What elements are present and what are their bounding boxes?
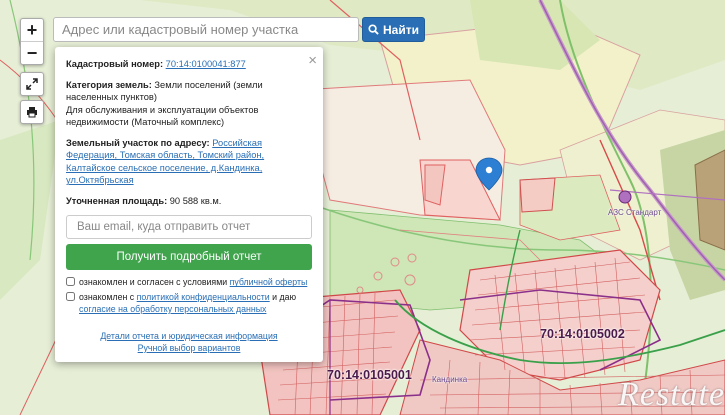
print-control [20, 100, 44, 124]
offer-consent: ознакомлен и согласен с условиями публич… [66, 276, 312, 288]
manual-selection-link[interactable]: Ручной выбор вариантов [138, 343, 241, 353]
map-label-village: Кандинка [432, 375, 468, 384]
area-value: 90 588 кв.м. [169, 195, 222, 206]
zoom-out-button[interactable]: − [21, 41, 43, 64]
parcel-info-popup: × Кадастровый номер: 70:14:0100041:877 К… [55, 47, 323, 362]
map-label-quarter-south: 70:14:0105001 [327, 368, 412, 382]
category-label: Категория земель: [66, 79, 152, 90]
cadastral-label: Кадастровый номер: [66, 59, 164, 69]
address-row: Земельный участок по адресу: Российская … [66, 137, 312, 187]
popup-footer: Детали отчета и юридическая информация Р… [55, 331, 323, 355]
zoom-control: + − [20, 18, 44, 65]
privacy-link[interactable]: политикой конфиденциальности [137, 292, 270, 302]
usage-text: Для обслуживания и эксплуатации объектов… [66, 104, 259, 128]
personal-data-link[interactable]: согласие на обработку персональных данны… [79, 304, 266, 314]
map-label-quarter-east: 70:14:0105002 [540, 327, 625, 341]
search-button[interactable]: Найти [362, 17, 425, 42]
search-icon [368, 24, 379, 35]
cadastral-row: Кадастровый номер: 70:14:0100041:877 [66, 58, 312, 71]
cadastral-number-link[interactable]: 70:14:0100041:877 [166, 59, 246, 69]
search-input[interactable] [53, 17, 359, 42]
search-button-label: Найти [383, 22, 419, 37]
address-label: Земельный участок по адресу: [66, 137, 210, 148]
expand-icon [26, 78, 38, 90]
offer-consent-checkbox[interactable] [66, 277, 75, 287]
privacy-consent-text: ознакомлен с политикой конфиденциальност… [79, 291, 297, 315]
map-label-gas-station: АЗС Стандарт [608, 208, 662, 217]
offer-link[interactable]: публичной оферты [230, 277, 308, 287]
print-button[interactable] [21, 101, 43, 123]
restate-watermark: Restate [618, 376, 725, 413]
offer-consent-text: ознакомлен и согласен с условиями публич… [79, 277, 308, 288]
privacy-consent: ознакомлен с политикой конфиденциальност… [66, 291, 312, 316]
privacy-consent-checkbox[interactable] [66, 291, 75, 301]
print-icon [27, 107, 37, 118]
fullscreen-control [20, 72, 44, 96]
area-label: Уточненная площадь: [66, 195, 168, 206]
zoom-in-button[interactable]: + [21, 19, 43, 41]
details-link[interactable]: Детали отчета и юридическая информация [100, 331, 277, 341]
area-row: Уточненная площадь: 90 588 кв.м. [66, 195, 312, 208]
email-field[interactable] [66, 215, 312, 240]
category-row: Категория земель: Земли поселений (земли… [66, 79, 312, 129]
fullscreen-button[interactable] [21, 73, 43, 95]
get-report-button[interactable]: Получить подробный отчет [66, 244, 312, 271]
